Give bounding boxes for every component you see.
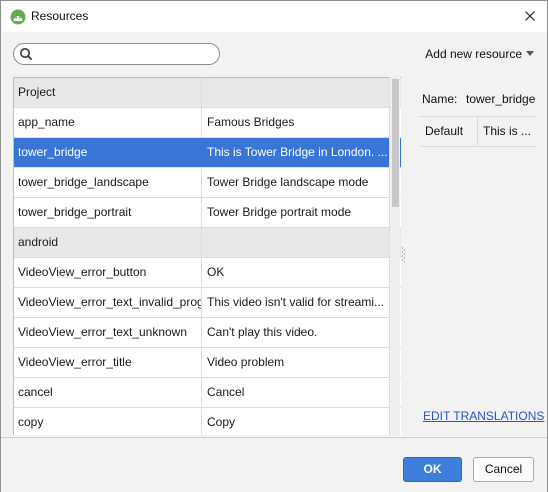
resource-row[interactable]: app_name Famous Bridges [14,108,401,138]
resource-name: VideoView_error_text_invalid_progr [14,288,202,317]
edit-translations-link[interactable]: EDIT TRANSLATIONS [423,409,544,423]
translation-column-value[interactable]: This is ... [478,117,536,146]
resource-row[interactable]: tower_bridge_landscape Tower Bridge lands… [14,168,401,198]
search-icon [20,48,33,61]
resource-row[interactable]: VideoView_error_text_invalid_progr This v… [14,288,401,318]
group-name: Project [14,78,202,107]
resource-name: tower_bridge [14,138,202,167]
resource-row[interactable]: VideoView_error_title Video problem [14,348,401,378]
resource-name: VideoView_error_button [14,258,202,287]
resource-name: VideoView_error_text_unknown [14,318,202,347]
group-header-row[interactable]: Project [14,78,401,108]
resource-value: Can't play this video. [207,325,318,339]
close-button[interactable] [517,4,543,28]
add-new-resource-label: Add new resource [425,47,522,61]
resource-value: OK [207,265,225,279]
resource-value: Cancel [207,385,245,399]
close-icon [525,11,535,21]
resource-row[interactable]: VideoView_error_text_unknown Can't play t… [14,318,401,348]
resource-name: VideoView_error_title [14,348,202,377]
resource-name: app_name [14,108,202,137]
search-input[interactable] [36,46,214,62]
detail-name-label: Name: [422,92,458,106]
resources-dialog: Resources Add new resource Project app_na… [0,0,548,492]
scrollbar-thumb[interactable] [392,79,399,207]
translations-table: Default This is ... [420,116,536,147]
search-field[interactable] [13,43,220,65]
android-studio-icon [10,9,26,25]
resource-row[interactable]: copy Copy [14,408,401,435]
window-title: Resources [31,9,89,23]
resource-name: copy [14,408,202,435]
add-new-resource-dropdown[interactable]: Add new resource [425,47,534,61]
chevron-down-icon [526,51,534,56]
table-scrollbar[interactable] [389,77,400,435]
resource-value: Famous Bridges [207,115,295,129]
title-bar: Resources [1,1,547,32]
group-value [202,78,390,107]
resource-value: Copy [207,415,236,429]
resource-name: tower_bridge_landscape [14,168,202,197]
resource-name: tower_bridge_portrait [14,198,202,227]
resource-value: This video isn't valid for streami... [207,295,385,309]
resource-row[interactable]: VideoView_error_button OK [14,258,401,288]
detail-name-value: tower_bridge [466,92,536,106]
splitter-grip-icon [402,247,405,263]
resource-table: Project app_name Famous Bridges tower_bridg… [13,77,401,435]
dialog-button-bar [1,437,547,492]
resource-row[interactable]: tower_bridge This is Tower Bridge in Lond… [14,138,401,168]
resource-value: This is Tower Bridge in London. ... [207,145,388,159]
group-name: android [14,228,202,257]
resource-value: Video problem [207,355,285,369]
resource-name: cancel [14,378,202,407]
ok-button[interactable]: OK [403,457,462,482]
resource-value: Tower Bridge landscape mode [207,175,369,189]
group-header-row[interactable]: android [14,228,401,258]
resource-row[interactable]: tower_bridge_portrait Tower Bridge portra… [14,198,401,228]
group-value [202,228,390,257]
translation-column-default[interactable]: Default [420,117,478,146]
resource-row[interactable]: cancel Cancel [14,378,401,408]
resource-value: Tower Bridge portrait mode [207,205,352,219]
cancel-button[interactable]: Cancel [473,457,534,482]
